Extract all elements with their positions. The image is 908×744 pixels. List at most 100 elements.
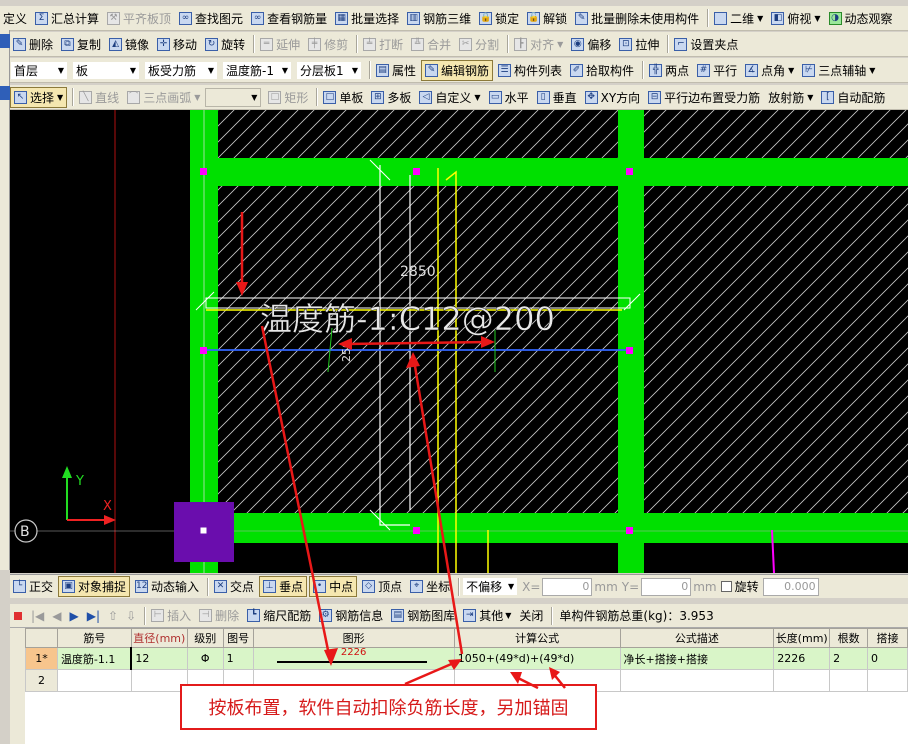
row-number[interactable]: 1*: [25, 647, 58, 670]
grip-point[interactable]: [626, 168, 633, 175]
edit-rebar-button[interactable]: ✎ 编辑钢筋: [421, 59, 494, 81]
component-select[interactable]: 温度筋-1 ▼: [222, 60, 292, 80]
batch-delete-unused-button[interactable]: ✎ 批量删除未使用构件: [572, 8, 702, 29]
col-rebar-name[interactable]: 筋号: [56, 628, 132, 648]
define-button[interactable]: 定义: [0, 8, 30, 29]
coordinate-snap[interactable]: ⌖ 坐标: [407, 576, 453, 597]
formula-desc-cell[interactable]: 净长+搭接+搭接: [619, 647, 775, 670]
rebar-name-cell[interactable]: 温度筋-1.1: [56, 647, 132, 670]
prev-record-button[interactable]: ◀: [49, 605, 64, 626]
dynamic-input-toggle[interactable]: 12 动态输入: [132, 576, 202, 597]
trim-button[interactable]: ╪ 修剪: [305, 34, 351, 55]
shape-cell[interactable]: 2226: [252, 647, 455, 670]
summary-calc-button[interactable]: Σ 汇总计算: [32, 8, 102, 29]
cad-drawing[interactable]: 2850 250 温度筋-1:C12@200 Y X B: [10, 110, 908, 573]
close-panel-icon[interactable]: [14, 611, 22, 620]
arc-mode-select[interactable]: ▼: [205, 87, 262, 107]
rebar-info-button[interactable]: ⚙ 钢筋信息: [316, 605, 386, 626]
vertical-button[interactable]: ▯ 垂直: [534, 87, 580, 108]
count-cell[interactable]: [829, 669, 869, 692]
close-button[interactable]: 关闭: [516, 605, 546, 626]
rotate-button[interactable]: ↻ 旋转: [202, 34, 248, 55]
auto-rebar-button[interactable]: [自动配筋: [818, 87, 888, 108]
formula-desc-cell[interactable]: [619, 669, 775, 692]
other-dropdown[interactable]: ⇥ 其他 ▼: [460, 605, 514, 626]
row-number[interactable]: 2: [25, 669, 58, 692]
component-list-button[interactable]: ☰ 构件列表: [495, 60, 565, 81]
mirror-button[interactable]: ◭ 镜像: [106, 34, 152, 55]
offset-button[interactable]: ◉ 偏移: [568, 34, 614, 55]
delete-button[interactable]: ✎ 删除: [10, 34, 56, 55]
count-cell[interactable]: 2: [829, 647, 869, 670]
parallel-button[interactable]: # 平行: [694, 60, 740, 81]
line-button[interactable]: ╲ 直线: [76, 87, 122, 108]
move-button[interactable]: ✛ 移动: [154, 34, 200, 55]
length-cell[interactable]: [773, 669, 831, 692]
col-grade[interactable]: 级别: [186, 628, 224, 648]
diameter-cell[interactable]: 12: [130, 647, 188, 670]
grip-point[interactable]: [626, 527, 633, 534]
lock-button[interactable]: 🔒 锁定: [476, 8, 522, 29]
single-slab-button[interactable]: □ 单板: [320, 87, 366, 108]
subtype-select[interactable]: 板受力筋 ▼: [144, 60, 218, 80]
grip-point[interactable]: [413, 168, 420, 175]
grip-point[interactable]: [626, 347, 633, 354]
three-point-arc-dropdown[interactable]: ⌒ 三点画弧 ▼: [124, 87, 203, 108]
properties-button[interactable]: ▤ 属性: [373, 60, 419, 81]
col-figure-no[interactable]: 图号: [222, 628, 254, 648]
scale-rebar-button[interactable]: ┗ 缩尺配筋: [244, 605, 314, 626]
lap-cell[interactable]: 0: [867, 647, 908, 670]
rebar-name-cell[interactable]: [56, 669, 132, 692]
grip-point[interactable]: [413, 527, 420, 534]
perpendicular-snap[interactable]: ⊥ 垂点: [259, 576, 308, 597]
midpoint-snap[interactable]: • 中点: [309, 576, 358, 597]
horizontal-button[interactable]: ▭ 水平: [486, 87, 532, 108]
move-up-button[interactable]: ⇧: [105, 605, 121, 626]
x-coordinate-input[interactable]: 0: [542, 577, 593, 596]
copy-button[interactable]: ⧉ 复制: [58, 34, 104, 55]
radial-rebar-dropdown[interactable]: 放射筋 ▼: [765, 87, 816, 108]
extend-button[interactable]: ═ 延伸: [257, 34, 303, 55]
top-view-dropdown[interactable]: ◧ 俯视 ▼: [768, 8, 823, 29]
parallel-edge-rebar-button[interactable]: ⊟ 平行边布置受力筋: [645, 87, 763, 108]
beam[interactable]: [190, 158, 908, 186]
xy-direction-button[interactable]: ✥ XY方向: [582, 87, 644, 108]
col-formula[interactable]: 计算公式: [453, 628, 621, 648]
batch-select-button[interactable]: ▦ 批量选择: [332, 8, 402, 29]
layer-select[interactable]: 分层板1 ▼: [296, 60, 362, 80]
view-2d-dropdown[interactable]: 二维 ▼: [711, 8, 766, 29]
find-element-button[interactable]: ∞ 查找图元: [176, 8, 246, 29]
lap-cell[interactable]: [867, 669, 908, 692]
vertex-snap[interactable]: ◇ 顶点: [359, 576, 405, 597]
merge-button[interactable]: ╩ 合并: [408, 34, 454, 55]
grip-point[interactable]: [200, 347, 207, 354]
custom-dropdown[interactable]: ◁ 自定义 ▼: [416, 87, 483, 108]
pick-component-button[interactable]: ✐ 拾取构件: [567, 60, 637, 81]
rebar-3d-button[interactable]: ▥ 钢筋三维: [404, 8, 474, 29]
category-select[interactable]: 板 ▼: [72, 60, 140, 80]
object-snap-toggle[interactable]: ▣ 对象捕捉: [58, 576, 131, 597]
col-lap[interactable]: 搭接: [867, 628, 908, 648]
length-cell[interactable]: 2226: [773, 647, 831, 670]
dynamic-view-button[interactable]: ◑ 动态观察: [826, 8, 896, 29]
drawing-canvas[interactable]: 2850 250 温度筋-1:C12@200 Y X B: [10, 110, 908, 573]
offset-mode-select[interactable]: 不偏移 ▼: [462, 577, 519, 596]
three-point-axis-dropdown[interactable]: ⊬ 三点辅轴 ▼: [799, 60, 878, 81]
align-dropdown[interactable]: ┣ 对齐 ▼: [511, 34, 566, 55]
dock-button[interactable]: [0, 86, 10, 100]
grip-point[interactable]: [200, 168, 207, 175]
delete-row-button[interactable]: ⊣ 删除: [196, 605, 242, 626]
intersection-snap[interactable]: ✕ 交点: [211, 576, 257, 597]
last-record-button[interactable]: ▶|: [84, 605, 103, 626]
first-record-button[interactable]: |◀: [28, 605, 47, 626]
floor-select[interactable]: 首层 ▼: [10, 60, 68, 80]
split-button[interactable]: ✂ 分割: [456, 34, 502, 55]
align-slab-top-button[interactable]: ⚒ 平齐板顶: [104, 8, 174, 29]
rectangle-button[interactable]: □ 矩形: [265, 87, 311, 108]
set-grip-button[interactable]: ⌐ 设置夹点: [671, 34, 741, 55]
view-rebar-qty-button[interactable]: ∞ 查看钢筋量: [248, 8, 330, 29]
next-record-button[interactable]: ▶: [67, 605, 82, 626]
y-coordinate-input[interactable]: 0: [641, 577, 692, 596]
diameter-cell[interactable]: [130, 669, 188, 692]
col-count[interactable]: 根数: [829, 628, 869, 648]
